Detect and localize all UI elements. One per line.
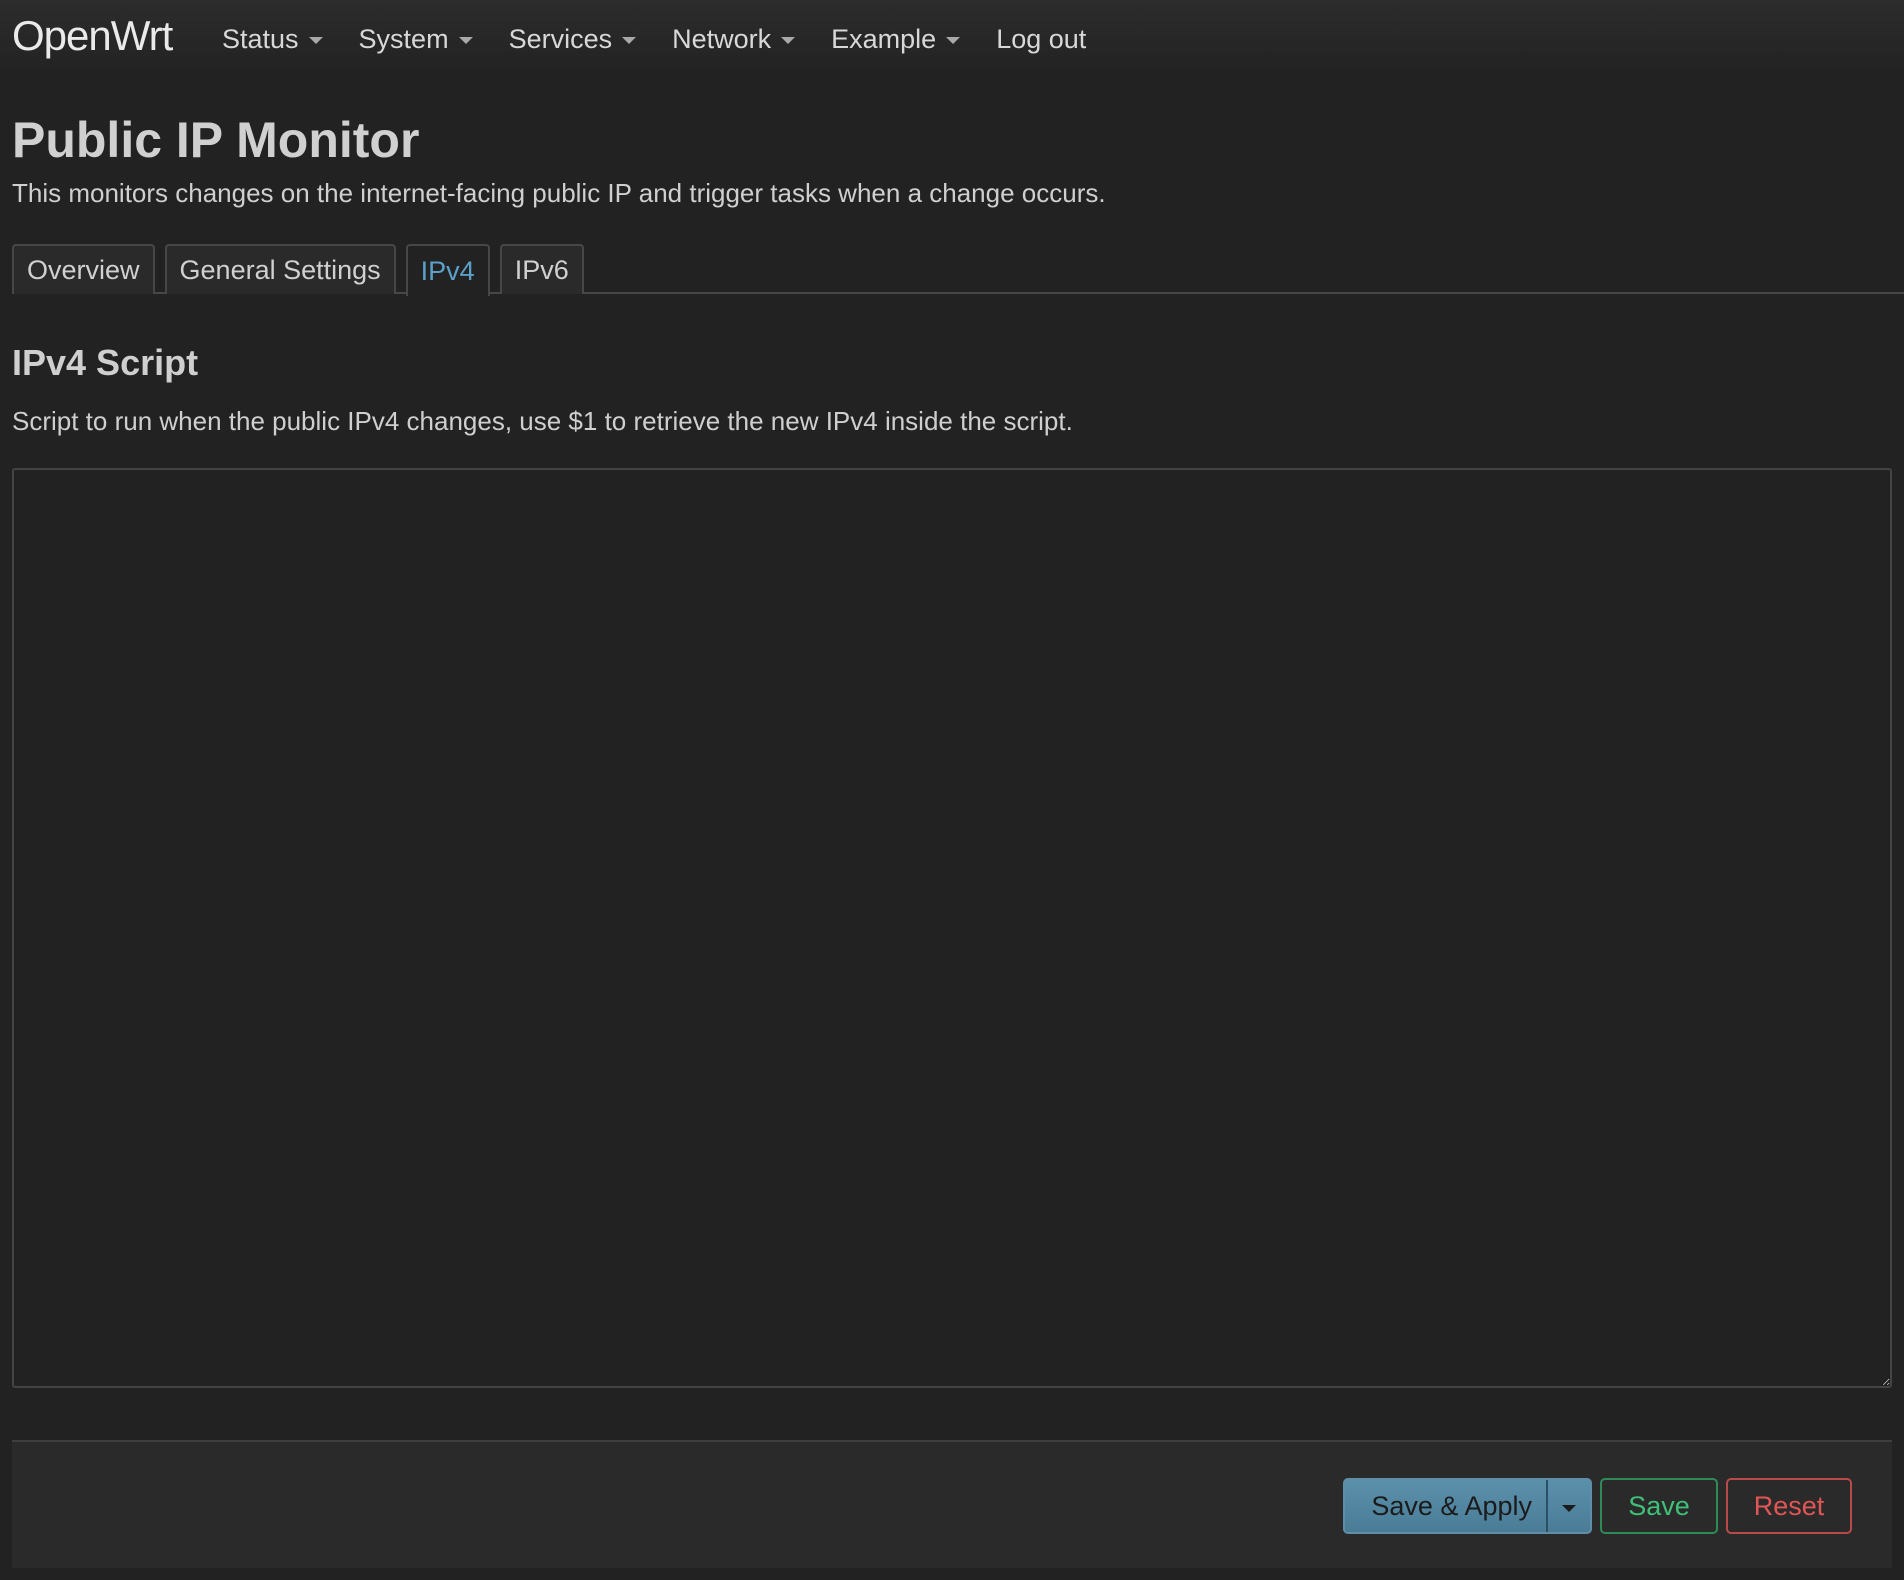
save-apply-button[interactable]: Save & Apply <box>1345 1480 1546 1532</box>
brand-logo[interactable]: OpenWrt <box>12 12 173 60</box>
nav-system-label: System <box>358 23 449 54</box>
nav-logout-label: Log out <box>996 23 1087 54</box>
nav-status-label: Status <box>222 23 299 54</box>
section-title: IPv4 Script <box>12 342 199 383</box>
save-apply-split-button: Save & Apply <box>1343 1478 1592 1534</box>
nav-network-label: Network <box>672 23 772 54</box>
tab-ipv6[interactable]: IPv6 <box>499 244 584 294</box>
nav-system[interactable]: System <box>359 18 473 60</box>
nav-status[interactable]: Status <box>222 18 323 60</box>
tab-bar: Overview General Settings IPv4 IPv6 <box>12 244 1904 296</box>
tab-ipv4[interactable]: IPv4 <box>405 244 490 296</box>
nav-network[interactable]: Network <box>672 18 796 60</box>
tab-overview[interactable]: Overview <box>12 244 155 294</box>
caret-down-icon <box>781 37 796 44</box>
tab-general-settings[interactable]: General Settings <box>164 244 396 294</box>
nav-logout[interactable]: Log out <box>996 18 1086 60</box>
nav-example-label: Example <box>831 23 937 54</box>
main-content: Public IP Monitor This monitors changes … <box>12 110 1904 1388</box>
top-navbar: OpenWrt Status System Services Network E… <box>0 0 1904 78</box>
form-actions-bar: Save & Apply Save Reset <box>12 1440 1892 1568</box>
caret-down-icon <box>458 37 473 44</box>
main-nav: Status System Services Network Example L… <box>222 18 1086 60</box>
page-title: Public IP Monitor <box>12 112 420 168</box>
nav-services-label: Services <box>508 23 613 54</box>
caret-down-icon <box>308 37 323 44</box>
nav-services[interactable]: Services <box>509 18 637 60</box>
caret-down-icon <box>622 37 637 44</box>
caret-down-icon <box>946 37 961 44</box>
action-buttons: Save & Apply Save Reset <box>1343 1478 1852 1534</box>
caret-down-icon <box>1562 1504 1576 1512</box>
nav-example[interactable]: Example <box>831 18 961 60</box>
save-button[interactable]: Save <box>1600 1478 1718 1534</box>
page-description: This monitors changes on the internet-fa… <box>12 178 1106 208</box>
section-description: Script to run when the public IPv4 chang… <box>12 406 1073 436</box>
reset-button[interactable]: Reset <box>1726 1478 1852 1534</box>
save-apply-dropdown-toggle[interactable] <box>1546 1480 1590 1532</box>
ipv4-script-textarea[interactable] <box>12 468 1892 1388</box>
